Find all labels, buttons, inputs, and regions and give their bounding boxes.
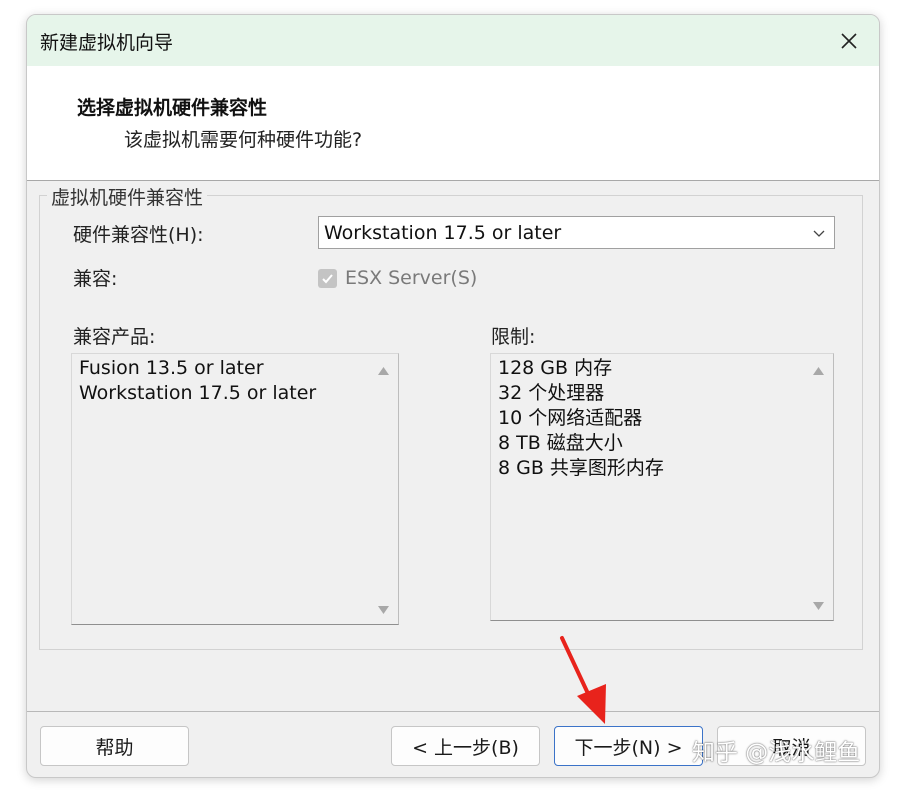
list-item: 10 个网络适配器: [498, 407, 643, 429]
scroll-down-arrow-icon[interactable]: [378, 606, 389, 615]
header-panel: 选择虚拟机硬件兼容性 该虚拟机需要何种硬件功能?: [27, 66, 879, 181]
close-button[interactable]: [819, 15, 879, 66]
list-item: Fusion 13.5 or later: [79, 357, 264, 379]
watermark-text: 知乎 @浅水鲤鱼: [692, 740, 861, 766]
products-list: Fusion 13.5 or later Workstation 17.5 or…: [79, 356, 316, 406]
list-item: Workstation 17.5 or later: [79, 382, 317, 404]
limits-listbox[interactable]: 128 GB 内存 32 个处理器 10 个网络适配器 8 TB 磁盘大小 8 …: [490, 353, 834, 621]
list-item: 8 TB 磁盘大小: [498, 432, 623, 454]
wizard-window: 新建虚拟机向导 选择虚拟机硬件兼容性 该虚拟机需要何种硬件功能? 虚拟机硬件兼容…: [26, 14, 880, 778]
chevron-down-icon: [813, 230, 825, 237]
close-icon: [841, 32, 857, 49]
scroll-up-arrow-icon[interactable]: [378, 366, 389, 375]
page-subtitle: 该虚拟机需要何种硬件功能?: [124, 129, 363, 151]
group-legend: 虚拟机硬件兼容性: [47, 183, 208, 210]
next-button[interactable]: 下一步(N) >: [554, 726, 703, 766]
products-label: 兼容产品:: [73, 326, 156, 348]
compat-label: 兼容:: [73, 268, 118, 290]
list-item: 8 GB 共享图形内存: [498, 457, 664, 479]
hardware-compat-dropdown[interactable]: Workstation 17.5 or later: [318, 216, 835, 249]
check-icon: [322, 273, 333, 283]
list-item: 128 GB 内存: [498, 357, 613, 379]
window-title: 新建虚拟机向导: [40, 32, 174, 54]
limits-list: 128 GB 内存 32 个处理器 10 个网络适配器 8 TB 磁盘大小 8 …: [498, 356, 664, 481]
scroll-down-arrow-icon[interactable]: [813, 602, 824, 611]
limits-label: 限制:: [491, 326, 536, 348]
dropdown-selected-value: Workstation 17.5 or later: [324, 222, 562, 244]
esx-server-label: ESX Server(S): [345, 267, 478, 289]
back-button[interactable]: < 上一步(B): [391, 726, 540, 766]
footer-divider: [27, 711, 879, 712]
title-bar: 新建虚拟机向导: [27, 15, 879, 66]
page-title: 选择虚拟机硬件兼容性: [77, 97, 268, 119]
esx-server-checkbox[interactable]: ESX Server(S): [318, 265, 477, 291]
help-button[interactable]: 帮助: [40, 726, 189, 766]
hardware-compat-label: 硬件兼容性(H):: [73, 224, 204, 246]
checkbox-box: [318, 268, 337, 288]
red-arrow-annotation: [560, 636, 606, 724]
list-item: 32 个处理器: [498, 382, 605, 404]
scroll-up-arrow-icon[interactable]: [813, 366, 824, 375]
products-listbox[interactable]: Fusion 13.5 or later Workstation 17.5 or…: [71, 353, 399, 625]
